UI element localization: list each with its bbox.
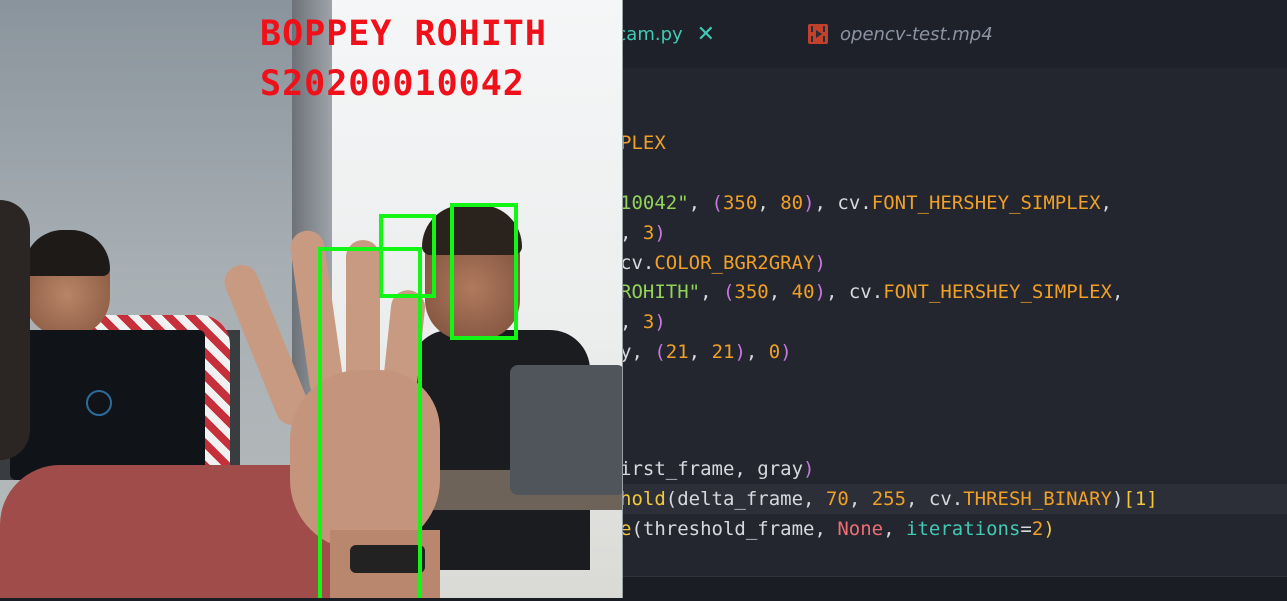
detection-box-hand xyxy=(318,247,422,598)
code-token: 350 xyxy=(734,281,769,303)
code-line: irst_frame, gray) xyxy=(620,454,814,484)
code-token: ) xyxy=(734,341,746,363)
code-token: PLEX xyxy=(620,132,666,154)
code-token: 40 xyxy=(791,281,815,303)
code-token: 0 xyxy=(768,341,781,363)
code-token: ) xyxy=(654,222,666,244)
code-token: ) xyxy=(654,311,666,333)
code-token: ) xyxy=(1043,518,1055,540)
tab-opencv-test-mp4[interactable]: opencv-test.mp4 xyxy=(808,18,993,50)
detection-box-finger xyxy=(379,214,436,298)
code-token: 70 xyxy=(825,488,849,510)
code-token: irst_frame, gray xyxy=(620,458,804,480)
code-token: ) xyxy=(814,281,826,303)
code-line: e(threshold_frame, None, iterations=2) xyxy=(620,514,1055,544)
code-token: , xyxy=(757,192,781,214)
code-token: , xyxy=(620,311,643,333)
code-token: [1] xyxy=(1123,488,1158,510)
code-token: 3 xyxy=(642,311,655,333)
code-token: ( xyxy=(654,341,666,363)
code-token: , xyxy=(768,281,792,303)
code-token: 10042" xyxy=(620,192,689,214)
overlay-id-text: S20200010042 xyxy=(260,64,525,104)
code-line: hold(delta_frame, 70, 255, cv.THRESH_BIN… xyxy=(620,484,1158,514)
code-token: (threshold_frame, xyxy=(631,518,838,540)
code-token: THRESH_BINARY xyxy=(963,488,1112,510)
code-token: , xyxy=(848,488,872,510)
code-token: hold xyxy=(620,488,666,510)
code-token: , cv. xyxy=(814,192,872,214)
code-line: PLEX xyxy=(620,128,666,158)
tab-label: opencv-test.mp4 xyxy=(840,23,993,45)
person-foreground xyxy=(0,200,30,460)
code-token: 21 xyxy=(665,341,689,363)
code-token: ( xyxy=(722,281,735,303)
code-token: , xyxy=(745,341,769,363)
code-token: 21 xyxy=(711,341,735,363)
code-token: None xyxy=(837,518,884,540)
code-token: 2 xyxy=(1031,518,1044,540)
detection-box-face xyxy=(450,203,518,340)
laptop-logo-icon xyxy=(86,390,112,416)
code-line: 10042", (350, 80), cv.FONT_HERSHEY_SIMPL… xyxy=(620,188,1112,218)
code-token: ) xyxy=(780,341,792,363)
laptop-right xyxy=(510,365,622,495)
code-token: ( xyxy=(711,192,723,214)
code-line: , 3) xyxy=(620,218,666,248)
code-token: , xyxy=(688,341,712,363)
code-token: 255 xyxy=(871,488,907,510)
code-token: ) xyxy=(1111,488,1124,510)
code-line: y, (21, 21), 0) xyxy=(620,337,792,367)
code-token: , cv. xyxy=(825,281,884,303)
code-line: , 3) xyxy=(620,307,666,337)
code-token: 3 xyxy=(642,222,655,244)
webcam-window: BOPPEY ROHITH S20200010042 xyxy=(0,0,623,598)
code-token: 80 xyxy=(780,192,804,214)
code-token: y, xyxy=(620,341,655,363)
code-token: FONT_HERSHEY_SIMPLEX xyxy=(883,281,1112,303)
code-line: ROHITH", (350, 40), cv.FONT_HERSHEY_SIMP… xyxy=(620,277,1123,307)
close-tab-icon[interactable]: ✕ xyxy=(697,22,715,47)
video-file-icon xyxy=(808,24,828,44)
code-token: , xyxy=(688,192,712,214)
code-token: ) xyxy=(803,458,815,480)
code-token: ) xyxy=(814,252,826,274)
code-token: , cv. xyxy=(906,488,964,510)
overlay-name-text: BOPPEY ROHITH xyxy=(260,14,547,54)
code-token: COLOR_BGR2GRAY xyxy=(654,252,815,274)
code-token: 350 xyxy=(722,192,758,214)
code-token: iterations xyxy=(906,518,1021,540)
code-token: , xyxy=(620,222,643,244)
code-token: cv. xyxy=(620,252,655,274)
code-line: cv.COLOR_BGR2GRAY) xyxy=(620,248,826,278)
code-token: ) xyxy=(803,192,815,214)
code-token: , xyxy=(700,281,723,303)
code-token: FONT_HERSHEY_SIMPLEX xyxy=(871,192,1101,214)
code-token: ROHITH" xyxy=(620,281,701,303)
code-token: , xyxy=(883,518,907,540)
code-token: , xyxy=(1100,192,1112,214)
code-token: = xyxy=(1020,518,1032,540)
code-token: , xyxy=(1111,281,1124,303)
code-token: (delta_frame, xyxy=(665,488,826,510)
